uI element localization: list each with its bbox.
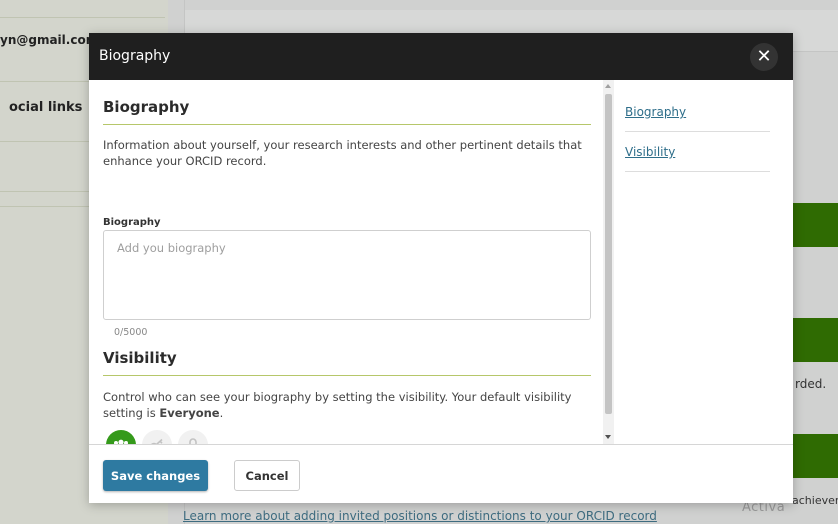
default-visibility-value: Everyone [159,406,220,420]
scrollbar-thumb[interactable] [605,94,612,414]
nav-link-biography[interactable]: Biography [625,105,686,119]
background-social-links-heading: ocial links [9,100,83,115]
section-divider [103,375,591,376]
visibility-description-end: . [219,406,224,420]
cancel-button[interactable]: Cancel [234,460,300,491]
visibility-everyone-button[interactable] [106,430,136,444]
background-row [0,0,165,18]
scroll-down-arrow-icon[interactable] [605,435,611,439]
biography-heading: Biography [103,98,190,116]
background-green-bar [791,434,838,478]
modal-footer: Save changes Cancel [89,444,793,503]
close-button[interactable]: ✕ [750,43,778,71]
visibility-trusted-parties-button[interactable] [142,430,172,444]
modal-title: Biography [99,48,171,64]
visibility-description: Control who can see your biography by se… [103,389,583,421]
background-learn-more-link[interactable]: Learn more about adding invited position… [183,509,657,523]
modal-content: Biography Information about yourself, yo… [103,80,591,444]
save-changes-button[interactable]: Save changes [103,460,208,491]
visibility-only-me-button[interactable] [178,430,208,444]
biography-field-label: Biography [103,217,161,228]
scroll-up-arrow-icon[interactable] [605,84,611,88]
background-text-fragment: rded. [795,377,827,391]
background-green-bar [791,203,838,247]
nav-divider [625,171,770,172]
nav-divider [625,131,770,132]
background-green-bar [791,318,838,362]
modal-header: Biography ✕ [89,33,793,80]
content-scrollbar[interactable] [603,80,614,444]
nav-link-visibility[interactable]: Visibility [625,145,675,159]
visibility-heading: Visibility [103,349,177,367]
background-text-fragment: achiever [792,494,838,507]
character-count: 0/5000 [114,327,148,338]
section-divider [103,124,591,125]
background-email-text: yn@gmail.com [0,33,99,47]
biography-textarea[interactable] [103,230,591,320]
biography-description: Information about yourself, your researc… [103,138,582,168]
biography-modal: Biography ✕ Biography Information about … [89,33,793,503]
close-icon: ✕ [756,46,772,67]
visibility-selector [106,430,214,444]
